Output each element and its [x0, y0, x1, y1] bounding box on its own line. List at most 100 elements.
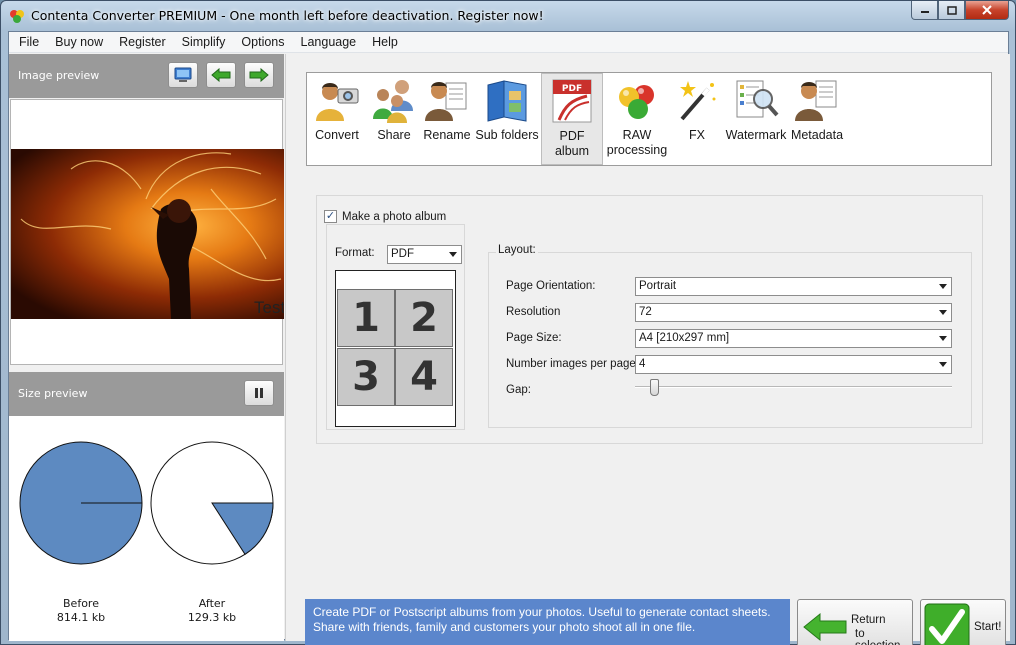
magic-wand-icon	[680, 81, 716, 121]
make-album-checkbox[interactable]: ✓	[324, 210, 337, 223]
gap-slider-thumb[interactable]	[650, 379, 660, 396]
image-preview-area: Test	[10, 99, 284, 365]
start-button[interactable]: Start!	[920, 599, 1006, 645]
tool-metadata-label: Metadata	[790, 128, 844, 142]
images-per-page-select[interactable]: 4	[635, 355, 952, 374]
window-title: Contenta Converter PREMIUM - One month l…	[31, 8, 544, 23]
before-size: Before 814.1 kb	[21, 597, 141, 625]
tool-sub-folders-label: Sub folders	[475, 128, 539, 142]
tool-convert-label: Convert	[315, 128, 359, 142]
preview-view-button[interactable]	[168, 62, 198, 88]
color-balls-icon	[619, 85, 654, 119]
tool-fx[interactable]: FX	[671, 73, 723, 165]
after-value: 129.3 kb	[187, 611, 237, 624]
images-per-page-label: Number images per page:	[506, 358, 639, 370]
layout-cell-4: 4	[395, 348, 453, 406]
orientation-label: Page Orientation:	[506, 280, 596, 292]
user-document-icon	[425, 82, 467, 121]
tool-watermark-label: Watermark	[725, 128, 787, 142]
chevron-down-icon	[449, 252, 457, 257]
dancer-illustration: Test	[20, 152, 284, 319]
menu-language[interactable]: Language	[293, 32, 365, 53]
tool-fx-label: FX	[689, 128, 705, 142]
photo-watermark-text: Test	[254, 298, 284, 317]
gap-slider-track[interactable]	[635, 386, 952, 388]
tool-convert[interactable]: Convert	[309, 73, 365, 165]
menu-options[interactable]: Options	[233, 32, 292, 53]
tool-rename[interactable]: Rename	[421, 73, 473, 165]
description-box: Create PDF or Postscript albums from you…	[305, 599, 790, 645]
resolution-select[interactable]: 72	[635, 303, 952, 322]
layout-cell-1: 1	[337, 289, 395, 347]
arrow-left-icon	[803, 612, 847, 642]
minimize-button[interactable]	[911, 1, 938, 20]
menu-register[interactable]: Register	[111, 32, 174, 53]
orientation-select[interactable]: Portrait	[635, 277, 952, 296]
resolution-value: 72	[639, 306, 652, 318]
tool-metadata[interactable]: Metadata	[789, 73, 845, 165]
pause-icon	[255, 388, 263, 398]
page-size-select[interactable]: A4 [210x297 mm]	[635, 329, 952, 348]
chevron-down-icon	[939, 336, 947, 341]
tool-pdf-album-label: PDF album	[554, 129, 590, 158]
size-pies	[19, 441, 274, 565]
return-to-selection-button[interactable]: Return to selection	[797, 599, 913, 645]
checkmark-icon	[924, 603, 970, 645]
tool-sub-folders[interactable]: Sub folders	[475, 73, 539, 165]
close-button[interactable]	[965, 1, 1009, 20]
svg-text:PDF: PDF	[562, 84, 582, 94]
tool-raw-processing-label: RAW processing	[606, 128, 668, 157]
page-layout-preview: 1 2 3 4	[335, 270, 456, 427]
tool-watermark[interactable]: Watermark	[725, 73, 787, 165]
app-window: Contenta Converter PREMIUM - One month l…	[0, 0, 1016, 645]
right-panel: Convert Share Rename Sub folders PDF PDF…	[285, 54, 1010, 645]
images-per-page-value: 4	[639, 358, 646, 370]
image-preview-label: Image preview	[18, 69, 100, 82]
gap-label: Gap:	[506, 384, 531, 396]
maximize-icon	[946, 5, 957, 15]
minimize-icon	[920, 11, 929, 13]
close-icon	[982, 5, 992, 15]
menu-simplify[interactable]: Simplify	[174, 32, 234, 53]
layout-cell-2: 2	[395, 289, 453, 347]
size-preview-area: Before 814.1 kb After 129.3 kb	[9, 416, 284, 641]
chevron-down-icon	[939, 284, 947, 289]
tool-share[interactable]: Share	[369, 73, 419, 165]
maximize-button[interactable]	[938, 1, 965, 20]
previous-image-button[interactable]	[206, 62, 236, 88]
monitor-icon	[174, 67, 192, 82]
before-value: 814.1 kb	[56, 611, 106, 624]
layout-label: Layout:	[496, 244, 538, 256]
resolution-label: Resolution	[506, 306, 561, 318]
folder-book-icon	[487, 80, 527, 122]
user-camera-icon	[316, 83, 359, 121]
tool-pdf-album[interactable]: PDF PDF album	[541, 73, 603, 165]
after-label: After	[198, 597, 226, 610]
app-logo-icon	[10, 10, 24, 23]
return-line1: Return	[851, 614, 886, 626]
orientation-value: Portrait	[639, 280, 677, 292]
make-album-row[interactable]: ✓ Make a photo album	[324, 210, 446, 223]
image-preview-header: Image preview	[9, 54, 284, 98]
format-select[interactable]: PDF	[387, 245, 462, 264]
after-size: After 129.3 kb	[152, 597, 272, 625]
page-size-value: A4 [210x297 mm]	[639, 332, 730, 344]
size-preview-header: Size preview	[9, 372, 284, 416]
chevron-down-icon	[939, 310, 947, 315]
tool-raw-processing[interactable]: RAW processing	[605, 73, 669, 165]
left-panel: Image preview Test Size preview Before 8…	[9, 54, 284, 641]
page-size-label: Page Size:	[506, 332, 562, 344]
layout-cell-3: 3	[337, 348, 395, 406]
format-label: Format:	[335, 247, 375, 259]
title-bar[interactable]: Contenta Converter PREMIUM - One month l…	[1, 1, 1015, 31]
menu-file[interactable]: File	[11, 32, 47, 53]
menu-buy-now[interactable]: Buy now	[47, 32, 111, 53]
make-album-label: Make a photo album	[342, 210, 447, 223]
next-image-button[interactable]	[244, 62, 274, 88]
menu-help[interactable]: Help	[364, 32, 406, 53]
arrow-right-icon	[249, 68, 269, 82]
pause-button[interactable]	[244, 380, 274, 406]
menu-bar: File Buy now Register Simplify Options L…	[9, 32, 1008, 53]
user-doc-metadata-icon	[795, 80, 837, 121]
before-label: Before	[63, 597, 99, 610]
